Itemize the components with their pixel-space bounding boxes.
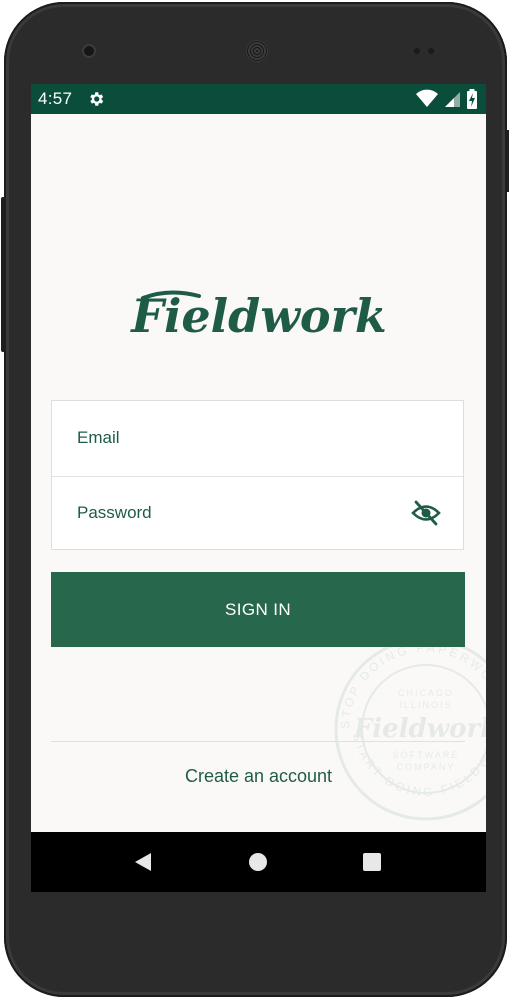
status-bar: 4:57 — [31, 84, 486, 114]
fieldwork-logo: Fieldwork — [129, 289, 386, 343]
svg-text:CHICAGO: CHICAGO — [398, 688, 454, 698]
recents-icon[interactable] — [361, 851, 383, 873]
proximity-sensor — [414, 48, 420, 54]
status-time: 4:57 — [38, 89, 73, 108]
sign-in-button[interactable]: SIGN IN — [51, 572, 465, 647]
home-icon[interactable] — [247, 851, 269, 873]
eye-off-icon[interactable] — [411, 500, 441, 526]
navigation-bar — [31, 832, 486, 892]
password-label: Password — [77, 503, 152, 522]
password-field[interactable]: Password — [52, 476, 463, 551]
power-button — [505, 130, 509, 192]
svg-text:ILLINOIS: ILLINOIS — [399, 700, 452, 710]
svg-text:Fieldwork: Fieldwork — [353, 714, 486, 744]
svg-text:Fieldwork: Fieldwork — [129, 289, 386, 343]
cell-signal-icon — [444, 92, 460, 107]
svg-text:SOFTWARE: SOFTWARE — [393, 750, 460, 760]
status-icons — [415, 89, 478, 109]
earpiece-speaker — [246, 40, 268, 62]
back-icon[interactable] — [132, 851, 154, 873]
screen: 4:57 Fieldwork STOP DOING PAPERWORK STAR… — [31, 84, 486, 892]
create-account-link[interactable]: Create an account — [31, 766, 486, 787]
gear-icon — [87, 90, 105, 113]
email-field[interactable]: Email — [52, 401, 463, 477]
battery-charging-icon — [467, 89, 477, 109]
volume-button — [1, 197, 6, 352]
front-camera — [84, 46, 94, 56]
login-screen: Fieldwork STOP DOING PAPERWORK START DOI… — [31, 114, 486, 832]
divider — [51, 741, 465, 742]
wifi-icon — [416, 89, 439, 107]
light-sensor — [428, 48, 434, 54]
fieldwork-stamp-watermark: STOP DOING PAPERWORK START DOING FIELDWO… — [331, 634, 486, 821]
email-label: Email — [77, 428, 120, 447]
login-form: Email Password — [51, 400, 464, 550]
phone-frame: 4:57 Fieldwork STOP DOING PAPERWORK STAR… — [1, 2, 509, 997]
